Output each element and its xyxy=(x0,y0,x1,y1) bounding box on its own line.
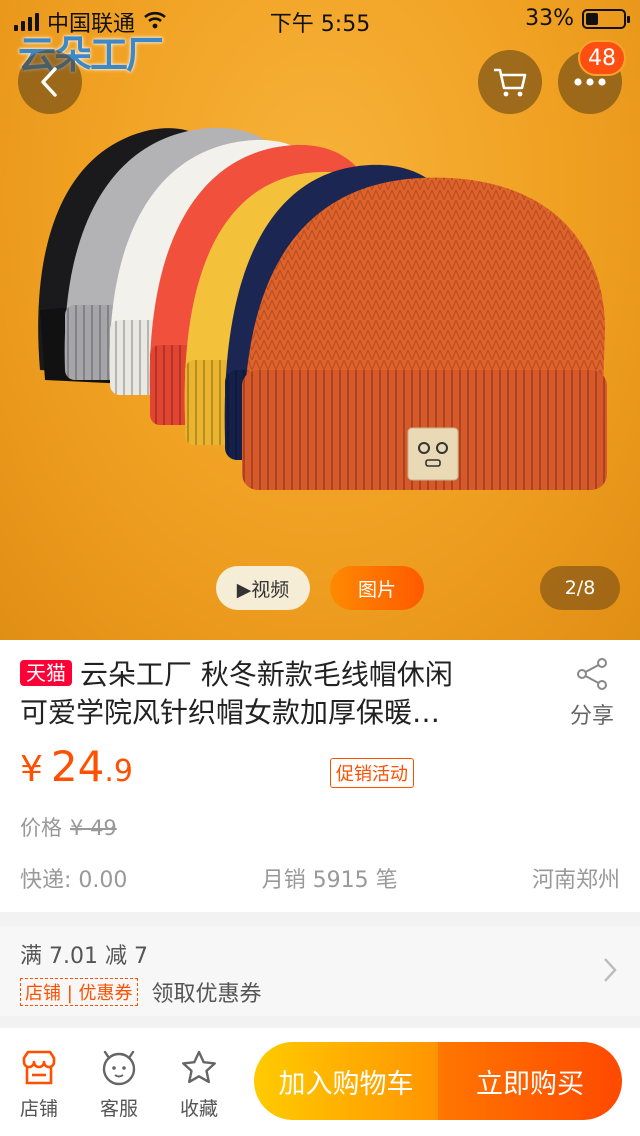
more-dots-icon xyxy=(574,78,606,86)
title-line-1: 云朵工厂 秋冬新款毛线帽休闲 xyxy=(80,658,453,691)
cart-icon xyxy=(494,68,527,97)
image-counter: 2/8 xyxy=(540,566,620,610)
store-icon xyxy=(22,1050,56,1085)
ship-location: 河南郑州 xyxy=(531,868,620,893)
title-line-2: 可爱学院风针织帽女款加厚保暖… xyxy=(20,696,441,729)
customer-service-icon xyxy=(102,1050,136,1086)
star-icon xyxy=(182,1050,216,1084)
share-icon xyxy=(577,658,607,690)
get-coupon-label: 领取优惠券 xyxy=(151,982,262,1007)
original-price-label: 价格 xyxy=(20,816,62,840)
back-button[interactable] xyxy=(18,50,82,114)
price-currency: ¥ xyxy=(20,749,43,790)
original-price: 价格 ¥ 49 xyxy=(20,812,117,842)
message-count-badge: 48 xyxy=(578,40,626,76)
share-label: 分享 xyxy=(569,704,614,729)
original-price-value: ¥ 49 xyxy=(70,816,117,840)
customer-service-tab[interactable]: 客服 xyxy=(84,1048,154,1121)
customer-service-label: 客服 xyxy=(99,1098,138,1120)
chevron-right-icon xyxy=(604,958,617,982)
price: ¥ 24 .9 xyxy=(20,742,133,791)
price-integer: 24 xyxy=(50,742,105,791)
promo-badge[interactable]: 促销活动 xyxy=(330,758,414,788)
shop-tab-label: 店铺 xyxy=(19,1098,58,1120)
beanie-product-photo xyxy=(38,127,607,490)
product-title: 天猫 云朵工厂 秋冬新款毛线帽休闲 可爱学院风针织帽女款加厚保暖… xyxy=(20,656,540,732)
shop-tab[interactable]: 店铺 xyxy=(4,1048,74,1121)
favorite-tab[interactable]: 收藏 xyxy=(164,1048,234,1121)
product-meta: 快递: 0.00 月销 5915 笔 河南郑州 xyxy=(20,862,620,894)
battery-percent: 33% xyxy=(525,6,574,31)
coupon-rule: 满 7.01 减 7 xyxy=(20,944,148,969)
cart-button[interactable] xyxy=(478,50,542,114)
monthly-sales: 月销 5915 笔 xyxy=(261,868,398,893)
shipping-fee: 快递: 0.00 xyxy=(20,868,128,893)
chevron-left-icon xyxy=(41,67,57,97)
photo-tab[interactable]: 图片 xyxy=(330,566,424,610)
coupon-row[interactable]: 满 7.01 减 7 店铺 | 优惠券 领取优惠券 xyxy=(0,926,640,1016)
tmall-tag: 天猫 xyxy=(20,660,72,686)
share-button[interactable]: 分享 xyxy=(562,656,622,730)
battery-icon xyxy=(582,8,630,29)
divider xyxy=(0,1016,640,1028)
product-image-carousel[interactable]: 中国联通 下午 5:55 33% 云朵工厂 48 ▶视频 图片 2/8 xyxy=(0,0,640,640)
shop-coupon-tag: 店铺 | 优惠券 xyxy=(20,978,138,1006)
bottom-action-bar: 店铺 客服 收藏 加入购物车 立即购买 xyxy=(0,1028,640,1136)
add-to-cart-button[interactable]: 加入购物车 xyxy=(254,1042,438,1120)
video-tab[interactable]: ▶视频 xyxy=(216,566,310,610)
buy-now-button[interactable]: 立即购买 xyxy=(438,1042,622,1120)
favorite-label: 收藏 xyxy=(179,1098,218,1120)
divider xyxy=(0,912,640,926)
price-decimal: .9 xyxy=(104,754,133,789)
